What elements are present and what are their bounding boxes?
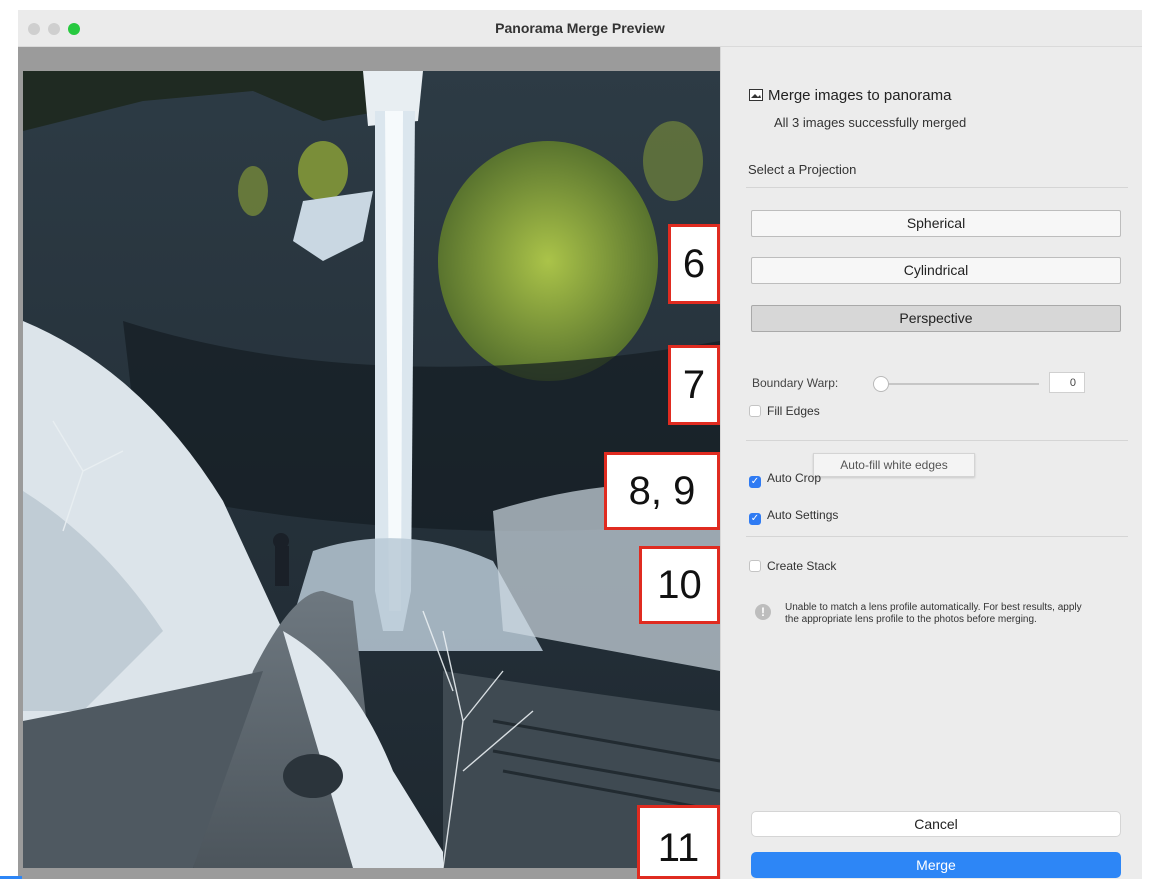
divider: [746, 536, 1128, 537]
merge-button[interactable]: Merge: [751, 852, 1121, 878]
merge-status-text: All 3 images successfully merged: [774, 115, 967, 130]
boundary-warp-label: Boundary Warp:: [752, 376, 839, 390]
checkmark-icon[interactable]: ✓: [749, 513, 761, 525]
auto-settings-option[interactable]: ✓ Auto Settings: [749, 508, 838, 525]
info-icon: !: [755, 604, 771, 620]
divider: [746, 440, 1128, 441]
divider: [746, 187, 1128, 188]
merge-header-text: Merge images to panorama: [768, 87, 952, 104]
create-stack-label: Create Stack: [767, 559, 837, 573]
auto-crop-option[interactable]: ✓ Auto Crop: [749, 471, 821, 488]
perspective-button[interactable]: Perspective: [751, 305, 1121, 332]
panorama-merge-window: Panorama Merge Preview Merge images to p…: [18, 10, 1142, 879]
title-bar: Panorama Merge Preview: [18, 10, 1142, 47]
fill-edges-checkbox[interactable]: [749, 405, 761, 417]
cylindrical-button[interactable]: Cylindrical: [751, 257, 1121, 284]
spherical-button[interactable]: Spherical: [751, 210, 1121, 237]
callout-label: 6: [668, 224, 720, 304]
fill-edges-tooltip: Auto-fill white edges: [813, 453, 975, 477]
auto-crop-label: Auto Crop: [767, 471, 822, 485]
window-title: Panorama Merge Preview: [495, 20, 665, 36]
projection-section-label: Select a Projection: [748, 162, 857, 177]
merge-header: Merge images to panorama: [749, 87, 951, 105]
callout-label: 7: [668, 345, 720, 425]
boundary-warp-track[interactable]: [881, 383, 1039, 385]
checkmark-icon[interactable]: ✓: [749, 476, 761, 488]
boundary-warp-value-input[interactable]: 0: [1049, 372, 1085, 393]
callout-label: 10: [639, 546, 720, 624]
cancel-button[interactable]: Cancel: [751, 811, 1121, 837]
fill-edges-label: Fill Edges: [767, 404, 820, 418]
create-stack-option[interactable]: Create Stack: [749, 559, 836, 573]
merge-options-panel: Merge images to panorama All 3 images su…: [720, 47, 1142, 879]
panorama-icon: [749, 88, 763, 105]
callout-label: 8, 9: [604, 452, 720, 530]
callout-label: 11: [637, 805, 720, 879]
lens-profile-warning: Unable to match a lens profile automatic…: [785, 602, 1082, 625]
create-stack-checkbox[interactable]: [749, 560, 761, 572]
boundary-warp-slider-handle[interactable]: [873, 376, 889, 392]
fill-edges-option[interactable]: Fill Edges: [749, 404, 820, 418]
auto-settings-label: Auto Settings: [767, 508, 839, 522]
